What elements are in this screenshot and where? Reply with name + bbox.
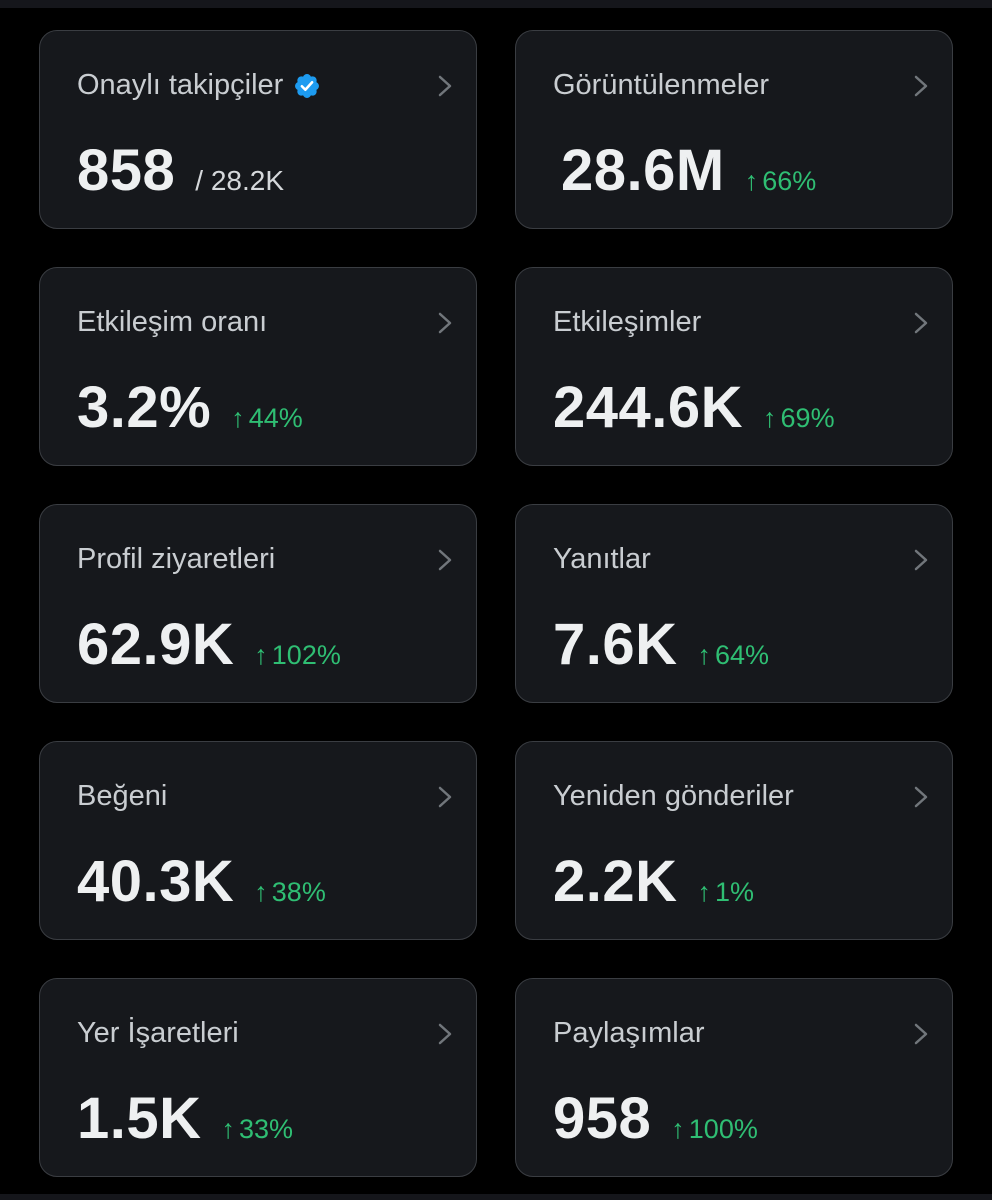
- metric-value: 958: [553, 1086, 652, 1151]
- chevron-right-icon[interactable]: [912, 311, 930, 335]
- metric-value-row: 62.9K ↑ 102%: [77, 611, 341, 678]
- metric-card-shares[interactable]: Paylaşımlar 958 ↑ 100%: [515, 978, 953, 1177]
- metric-change-value: 1%: [715, 877, 755, 907]
- metric-change-value: 44%: [248, 403, 303, 433]
- metric-card-profile-visits[interactable]: Profil ziyaretleri 62.9K ↑ 102%: [39, 504, 477, 703]
- up-arrow-icon: ↑: [221, 1114, 236, 1144]
- metric-card-reposts[interactable]: Yeniden gönderiler 2.2K ↑ 1%: [515, 741, 953, 940]
- metric-title-label: Yer İşaretleri: [77, 1017, 239, 1049]
- metric-title-label: Etkileşim oranı: [77, 306, 268, 338]
- metric-title: Etkileşimler: [553, 306, 701, 339]
- metric-value-row: 40.3K ↑ 38%: [77, 848, 326, 915]
- metric-change-value: 102%: [271, 640, 341, 670]
- chevron-right-icon[interactable]: [436, 311, 454, 335]
- metric-change: ↑ 1%: [698, 877, 755, 908]
- metric-card-bookmarks[interactable]: Yer İşaretleri 1.5K ↑ 33%: [39, 978, 477, 1177]
- metric-value: 7.6K: [553, 612, 678, 677]
- metric-card-replies[interactable]: Yanıtlar 7.6K ↑ 64%: [515, 504, 953, 703]
- chevron-right-icon[interactable]: [436, 548, 454, 572]
- metric-change-value: 66%: [762, 166, 817, 196]
- metric-change: ↑ 33%: [222, 1114, 294, 1145]
- metric-title: Yer İşaretleri: [77, 1017, 239, 1050]
- chevron-right-icon[interactable]: [436, 785, 454, 809]
- metric-title-label: Paylaşımlar: [553, 1017, 705, 1049]
- metric-change: ↑ 64%: [698, 640, 770, 671]
- metric-change-value: 33%: [239, 1114, 294, 1144]
- metric-change-value: 38%: [271, 877, 326, 907]
- up-arrow-icon: ↑: [744, 166, 759, 196]
- metric-value-row: 244.6K ↑ 69%: [553, 374, 835, 441]
- metric-title: Beğeni: [77, 780, 167, 813]
- metric-title: Profil ziyaretleri: [77, 543, 275, 576]
- metric-title: Görüntülenmeler: [553, 69, 769, 102]
- chevron-right-icon[interactable]: [912, 785, 930, 809]
- metric-value: 3.2%: [77, 375, 212, 440]
- chevron-right-icon[interactable]: [436, 1022, 454, 1046]
- metric-value-row: 28.6M ↑ 66%: [561, 137, 816, 204]
- metric-total-followers: / 28.2K: [195, 165, 285, 196]
- up-arrow-icon: ↑: [231, 403, 245, 433]
- metric-title-label: Etkileşimler: [553, 306, 702, 338]
- metric-change: ↑ 100%: [671, 1114, 758, 1145]
- chevron-right-icon[interactable]: [912, 548, 930, 572]
- metric-title: Yeniden gönderiler: [553, 780, 794, 813]
- metric-title: Onaylı takipçiler: [77, 69, 321, 102]
- metrics-grid: Onaylı takipçiler 858 / 28.2K Görüntülen…: [39, 30, 953, 1177]
- metric-change-value: 64%: [715, 640, 770, 670]
- chevron-right-icon[interactable]: [912, 1022, 930, 1046]
- metric-change: ↑ 66%: [745, 166, 817, 197]
- metric-value-row: 3.2% ↑ 44%: [77, 374, 303, 441]
- metric-value: 62.9K: [77, 612, 235, 677]
- metric-value-row: 858 / 28.2K: [77, 137, 284, 204]
- metric-title-label: Profil ziyaretleri: [77, 543, 276, 575]
- up-arrow-icon: ↑: [671, 1114, 685, 1144]
- metric-card-engagement-rate[interactable]: Etkileşim oranı 3.2% ↑ 44%: [39, 267, 477, 466]
- metric-value-row: 1.5K ↑ 33%: [77, 1085, 293, 1152]
- metric-change-value: 69%: [780, 403, 835, 433]
- metric-change: ↑ 102%: [254, 640, 341, 671]
- metric-card-likes[interactable]: Beğeni 40.3K ↑ 38%: [39, 741, 477, 940]
- metric-title: Paylaşımlar: [553, 1017, 705, 1050]
- metric-title-label: Görüntülenmeler: [553, 69, 769, 101]
- metric-title-label: Onaylı takipçiler: [77, 69, 284, 101]
- up-arrow-icon: ↑: [763, 403, 777, 433]
- chevron-right-icon[interactable]: [436, 74, 454, 98]
- metric-change: ↑ 69%: [763, 403, 835, 434]
- metric-value: 858: [77, 138, 176, 203]
- metric-value: 28.6M: [561, 138, 725, 203]
- metric-card-impressions[interactable]: Görüntülenmeler 28.6M ↑ 66%: [515, 30, 953, 229]
- metric-value-row: 958 ↑ 100%: [553, 1085, 758, 1152]
- up-arrow-icon: ↑: [697, 877, 712, 907]
- metric-change: ↑ 38%: [254, 877, 326, 908]
- up-arrow-icon: ↑: [254, 640, 268, 670]
- metric-value: 40.3K: [77, 849, 235, 914]
- metric-value-row: 7.6K ↑ 64%: [553, 611, 769, 678]
- top-divider: [0, 0, 992, 8]
- metric-value: 2.2K: [553, 849, 678, 914]
- chevron-right-icon[interactable]: [912, 74, 930, 98]
- metric-title-label: Yanıtlar: [553, 543, 651, 575]
- metric-change-value: 100%: [688, 1114, 758, 1144]
- metric-value-row: 2.2K ↑ 1%: [553, 848, 754, 915]
- metric-title: Etkileşim oranı: [77, 306, 267, 339]
- bottom-divider: [0, 1194, 992, 1200]
- metric-card-verified-followers[interactable]: Onaylı takipçiler 858 / 28.2K: [39, 30, 477, 229]
- up-arrow-icon: ↑: [254, 877, 268, 907]
- metric-value: 1.5K: [77, 1086, 202, 1151]
- metric-change: ↑ 44%: [231, 403, 303, 434]
- metric-title: Yanıtlar: [553, 543, 651, 576]
- metric-title-label: Beğeni: [77, 780, 168, 812]
- verified-badge-icon: [295, 73, 320, 98]
- up-arrow-icon: ↑: [697, 640, 712, 670]
- metric-card-engagements[interactable]: Etkileşimler 244.6K ↑ 69%: [515, 267, 953, 466]
- metric-title-label: Yeniden gönderiler: [553, 780, 794, 812]
- metric-value: 244.6K: [553, 375, 744, 440]
